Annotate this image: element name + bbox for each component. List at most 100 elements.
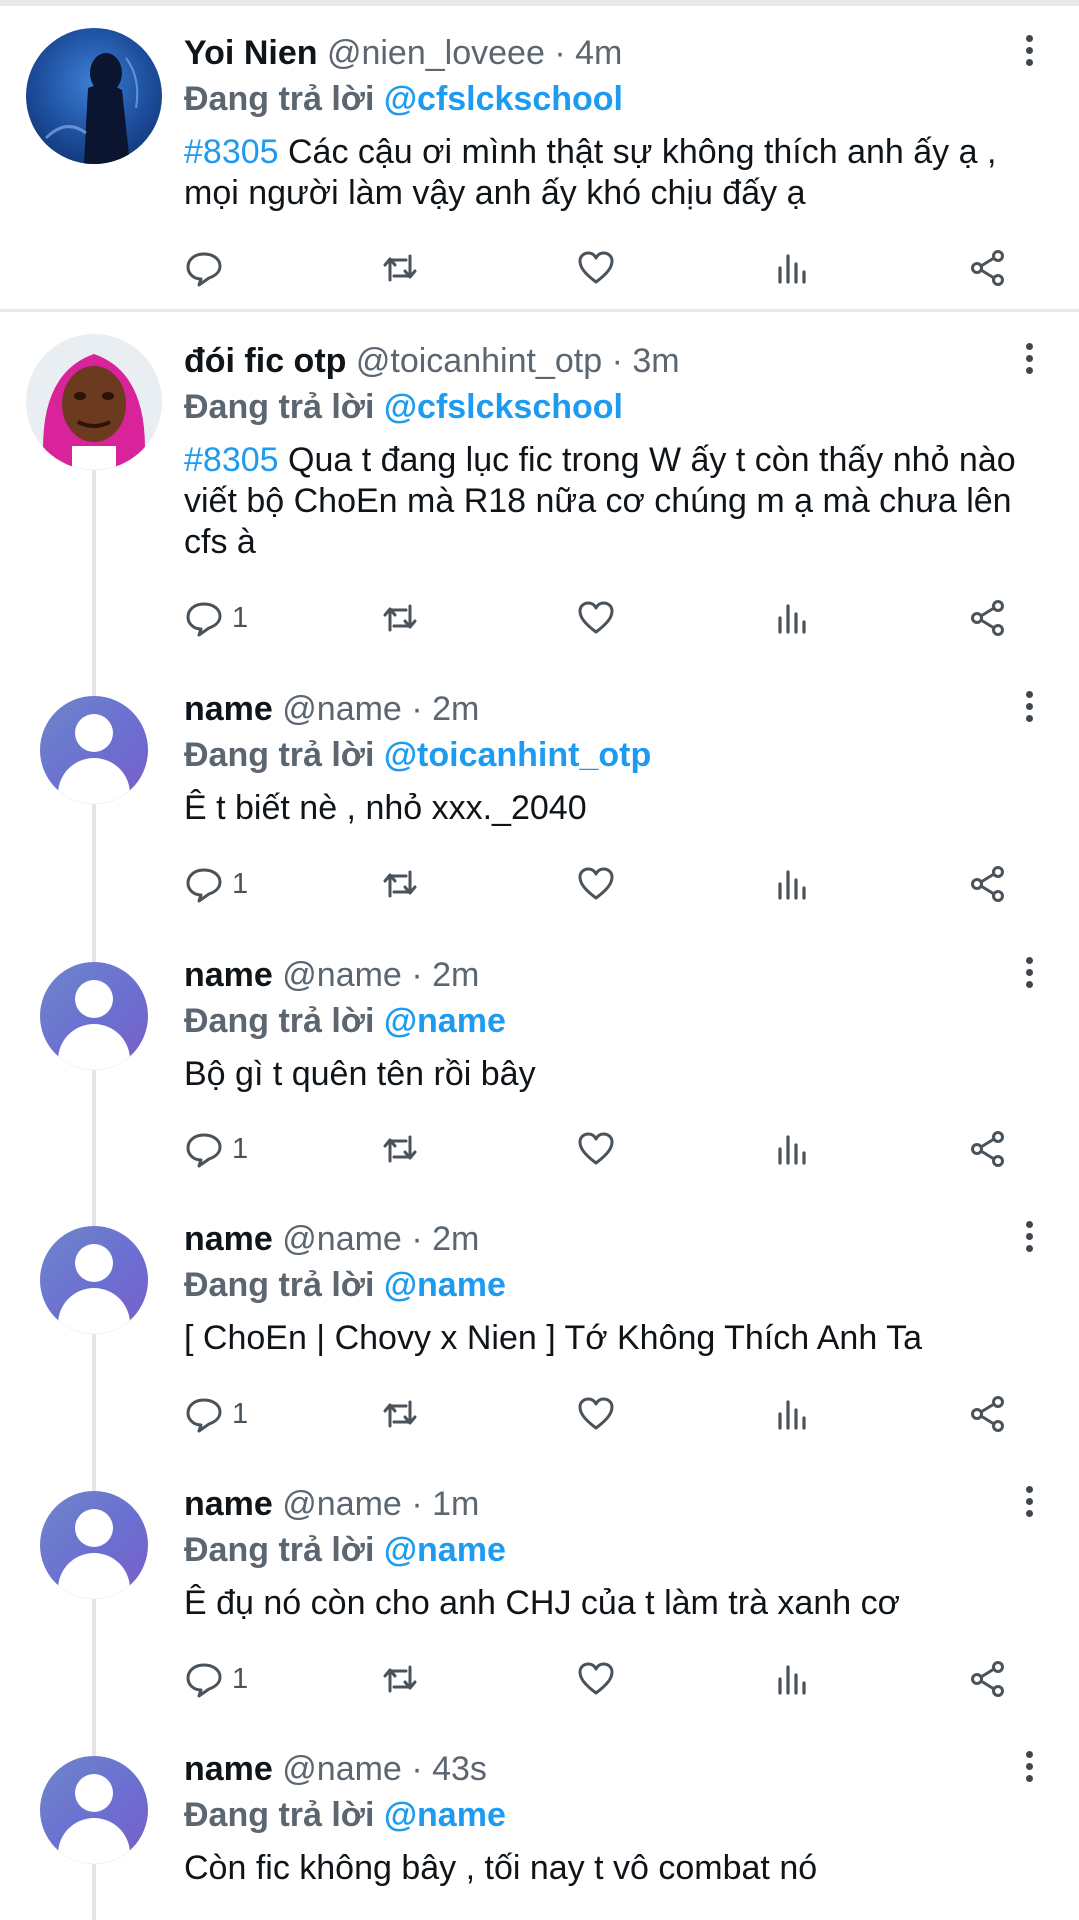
share-button[interactable] [968,1389,1008,1439]
hashtag[interactable]: #8305 [184,441,279,479]
reply-button[interactable]: 1 [184,859,248,909]
more-options-icon[interactable] [1019,1483,1039,1523]
more-options-icon[interactable] [1019,954,1039,994]
timestamp[interactable]: 2m [432,956,479,994]
view-stats-button[interactable] [772,859,812,909]
heart-icon [578,601,614,634]
reply-mention[interactable]: @name [384,1796,506,1834]
view-stats-button[interactable] [772,1389,812,1439]
action-bar: 1 [184,1124,1024,1174]
timestamp[interactable]: 1m [432,1485,479,1523]
reply-button[interactable]: 1 [184,1124,248,1174]
like-button[interactable] [576,859,616,909]
avatar[interactable] [40,1756,148,1864]
separator-dot: · [554,34,566,72]
tweet-text: [ ChoEn | Chovy x Nien ] Tớ Không Thích … [184,1318,1039,1359]
replying-to: Đang trả lời @cfslckschool [184,76,1039,122]
like-button[interactable] [576,593,616,643]
tweet-text: Bộ gì t quên tên rồi bây [184,1054,1039,1095]
user-handle[interactable]: @name [282,1750,402,1788]
avatar[interactable] [26,334,162,470]
user-handle[interactable]: @name [282,956,402,994]
more-options-icon[interactable] [1019,688,1039,728]
display-name[interactable]: name [184,690,273,728]
display-name[interactable]: Yoi Nien [184,34,318,72]
timestamp[interactable]: 3m [632,342,679,380]
tweet-body: Còn fic không bây , tối nay t vô combat … [184,1849,818,1887]
replying-label: Đang trả lời [184,1531,375,1569]
avatar[interactable] [40,962,148,1070]
reply-button[interactable]: 1 [184,1389,248,1439]
more-options-icon[interactable] [1019,340,1039,380]
view-stats-button[interactable] [772,243,812,293]
like-button[interactable] [576,1389,616,1439]
heart-icon [578,1397,614,1430]
timestamp[interactable]: 2m [432,1220,479,1258]
user-handle[interactable]: @name [282,1485,402,1523]
replying-to: Đang trả lời @toicanhint_otp [184,732,1039,778]
reply-mention[interactable]: @name [384,1002,506,1040]
avatar[interactable] [40,1226,148,1334]
user-handle[interactable]: @name [282,1220,402,1258]
stats-icon [778,1400,806,1430]
like-button[interactable] [576,1124,616,1174]
timestamp[interactable]: 43s [432,1750,487,1788]
timestamp[interactable]: 2m [432,690,479,728]
reply-mention[interactable]: @cfslckschool [384,80,623,118]
share-button[interactable] [968,593,1008,643]
display-name[interactable]: name [184,1220,273,1258]
like-button[interactable] [576,1654,616,1704]
avatar[interactable] [40,1491,148,1599]
display-name[interactable]: name [184,956,273,994]
tweet-header: name @name · 2m [184,686,1039,732]
reply-button[interactable] [184,243,232,293]
replying-to: Đang trả lời @name [184,1262,1039,1308]
reply-count: 1 [232,867,249,900]
tweet-header: đói fic otp @toicanhint_otp · 3m [184,338,1039,384]
display-name[interactable]: name [184,1485,273,1523]
retweet-button[interactable] [380,1124,420,1174]
user-handle[interactable]: @nien_loveee [327,34,545,72]
tweet-header: name @name · 2m [184,952,1039,998]
avatar[interactable] [40,696,148,804]
reply-mention[interactable]: @cfslckschool [384,388,623,426]
more-options-icon[interactable] [1019,32,1039,72]
share-button[interactable] [968,859,1008,909]
reply-button[interactable]: 1 [184,1654,248,1704]
user-handle[interactable]: @toicanhint_otp [356,342,602,380]
view-stats-button[interactable] [772,1654,812,1704]
retweet-icon [383,870,417,898]
tweet-body: Ê đụ nó còn cho anh CHJ của t làm trà xa… [184,1584,900,1622]
more-options-icon[interactable] [1019,1218,1039,1258]
share-button[interactable] [968,1124,1008,1174]
retweet-button[interactable] [380,1389,420,1439]
reply-count: 1 [232,1662,249,1695]
view-stats-button[interactable] [772,593,812,643]
share-button[interactable] [968,1654,1008,1704]
retweet-button[interactable] [380,1654,420,1704]
timestamp[interactable]: 4m [575,34,622,72]
view-stats-button[interactable] [772,1124,812,1174]
tweet-body: Các cậu ơi mình thật sự không thích anh … [184,133,997,212]
like-button[interactable] [576,243,616,293]
reply-icon [186,1663,222,1698]
retweet-button[interactable] [380,859,420,909]
hashtag[interactable]: #8305 [184,133,279,171]
reply-mention[interactable]: @name [384,1266,506,1304]
heart-icon [578,251,614,284]
retweet-button[interactable] [380,593,420,643]
reply-mention[interactable]: @name [384,1531,506,1569]
reply-mention[interactable]: @toicanhint_otp [384,736,651,774]
retweet-icon [383,1135,417,1163]
avatar[interactable] [26,28,162,164]
display-name[interactable]: name [184,1750,273,1788]
more-options-icon[interactable] [1019,1748,1039,1788]
reply-button[interactable]: 1 [184,593,248,643]
display-name[interactable]: đói fic otp [184,342,346,380]
user-handle[interactable]: @name [282,690,402,728]
retweet-button[interactable] [380,243,420,293]
share-button[interactable] [968,243,1008,293]
action-bar: 1 [184,1389,1024,1439]
tweet-header: name @name · 1m [184,1481,1039,1527]
reply-icon [186,868,222,903]
